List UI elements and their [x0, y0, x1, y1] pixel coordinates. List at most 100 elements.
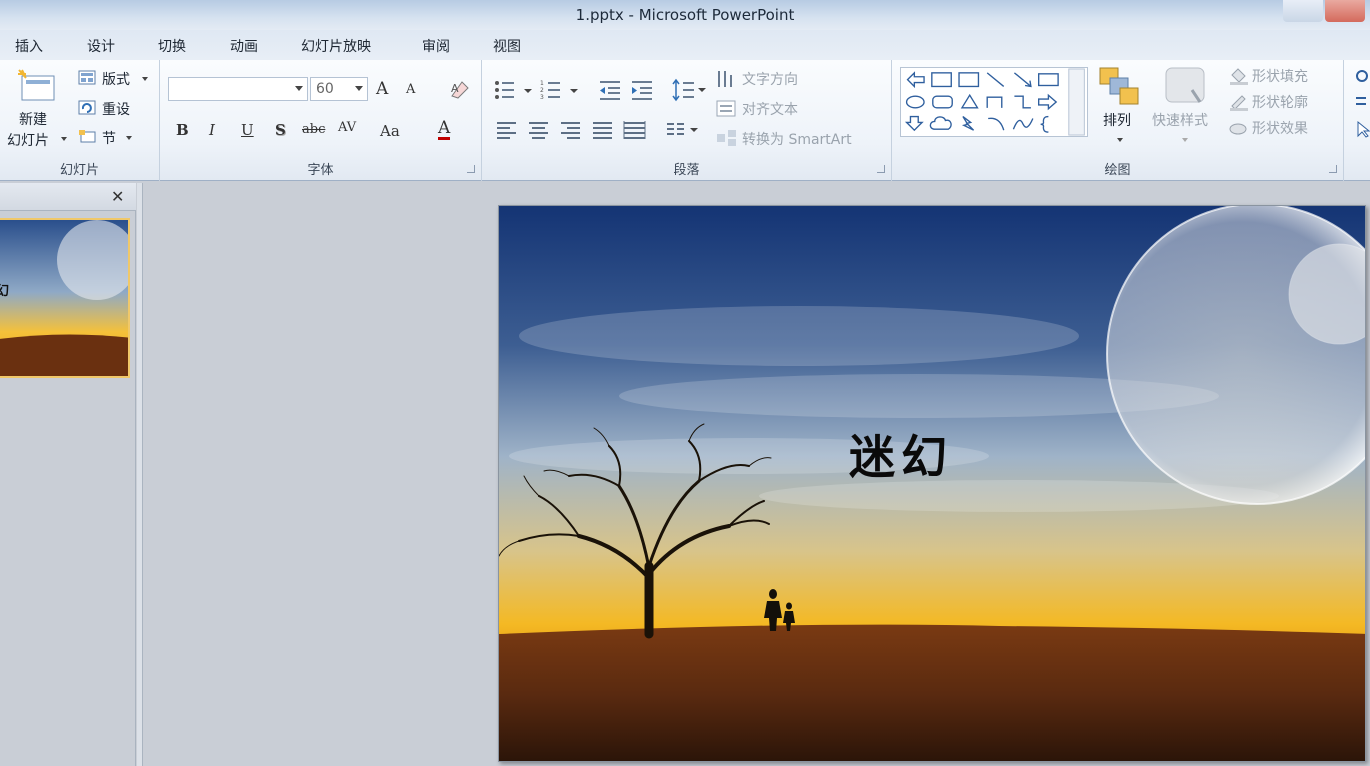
shape-fill-button[interactable]: 形状填充	[1226, 65, 1338, 87]
char-spacing-button[interactable]: AV	[338, 120, 356, 135]
left-arrow-shape-icon	[906, 71, 925, 89]
slides-pane: ✕ 幻	[0, 183, 136, 766]
section-icon	[79, 130, 96, 143]
arrange-label: 排列	[1103, 113, 1131, 129]
bold-button[interactable]: B	[176, 121, 189, 139]
window-title: 1.pptx - Microsoft PowerPoint	[575, 6, 795, 24]
strikethrough-button[interactable]: abc	[302, 122, 325, 137]
new-slide-label-1: 新建	[19, 112, 47, 128]
align-text-button[interactable]: 对齐文本	[742, 99, 798, 119]
svg-text:2: 2	[540, 87, 544, 94]
font-color-button[interactable]: A	[438, 119, 451, 140]
elbow-connector-shape-icon	[986, 96, 1003, 108]
editing-group	[1344, 60, 1370, 181]
tab-review[interactable]: 审阅	[422, 36, 450, 56]
shape-outline-label: 形状轮廓	[1252, 95, 1308, 111]
quick-styles-label: 快速样式	[1152, 113, 1208, 129]
paragraph-group: 123 文字方向 对齐文本 转换为 SmartArt 段落	[482, 60, 892, 181]
italic-button[interactable]: I	[209, 121, 215, 139]
tab-transitions[interactable]: 切换	[158, 36, 186, 56]
shape-outline-button[interactable]: 形状轮廓	[1226, 91, 1338, 113]
underline-button[interactable]: U	[241, 121, 254, 139]
chevron-down-icon	[142, 77, 148, 81]
section-button[interactable]: 节	[76, 127, 154, 149]
bullets-icon[interactable]	[494, 79, 538, 101]
shadow-button[interactable]: S	[275, 121, 286, 139]
arrow-line-shape-icon	[1013, 72, 1032, 88]
font-size-combo[interactable]: 60	[310, 77, 368, 101]
arrange-button[interactable]: 排列	[1096, 66, 1144, 152]
thumbnail-text: 幻	[0, 283, 9, 299]
replace-icon[interactable]	[1354, 94, 1370, 112]
increase-indent-icon[interactable]	[630, 79, 656, 101]
textbox-shape-icon	[931, 72, 952, 88]
find-icon[interactable]	[1354, 68, 1370, 86]
tab-animations[interactable]: 动画	[230, 36, 258, 56]
align-center-icon[interactable]	[528, 121, 550, 139]
pen-outline-icon	[1230, 95, 1248, 111]
select-icon[interactable]	[1354, 120, 1370, 138]
shape-effects-label: 形状效果	[1252, 121, 1308, 137]
slide-title[interactable]: 迷幻	[849, 421, 953, 487]
chevron-down-icon	[126, 136, 132, 140]
tab-view[interactable]: 视图	[493, 36, 521, 56]
columns-icon[interactable]	[666, 121, 700, 139]
elbow-arrow-connector-shape-icon	[1014, 95, 1031, 109]
brace-shape-icon	[1040, 115, 1049, 133]
quick-styles-button[interactable]: 快速样式	[1150, 66, 1222, 152]
convert-smartart-button[interactable]: 转换为 SmartArt	[742, 129, 852, 149]
line-shape-icon	[986, 72, 1005, 87]
cloud-shape-icon	[929, 116, 952, 130]
arrange-icon	[1099, 67, 1139, 105]
drawing-group: 排列 快速样式 形状填充 形状轮廓 形状效果 绘图	[892, 60, 1344, 181]
font-size-value: 60	[316, 81, 334, 97]
drawing-group-label: 绘图	[1104, 163, 1131, 178]
shape-effects-icon	[1229, 123, 1247, 135]
smartart-icon	[717, 130, 736, 146]
tab-slideshow[interactable]: 幻灯片放映	[301, 36, 371, 56]
reset-label: 重设	[102, 102, 130, 118]
svg-text:3: 3	[540, 94, 544, 101]
vertical-textbox-shape-icon	[958, 72, 980, 88]
slide-thumbnail-1[interactable]: 幻	[0, 218, 130, 378]
layout-button[interactable]: 版式	[76, 68, 154, 90]
line-spacing-icon[interactable]	[672, 78, 706, 102]
slide-1[interactable]: 迷幻	[498, 205, 1366, 762]
numbering-icon[interactable]: 123	[540, 79, 584, 101]
change-case-button[interactable]: Aa	[380, 122, 400, 140]
font-group: 60 A A A B I U S abc AV Aa A 字体	[160, 60, 482, 181]
font-group-label: 字体	[307, 163, 334, 178]
grow-font-button[interactable]: A	[376, 79, 388, 99]
new-slide-button[interactable]: 新建 幻灯片	[4, 66, 70, 154]
paragraph-group-label: 段落	[673, 163, 700, 178]
curve-shape-icon	[1012, 118, 1034, 130]
rectangle-shape-icon	[1038, 73, 1059, 87]
reset-icon	[78, 100, 96, 115]
decrease-indent-icon[interactable]	[598, 79, 624, 101]
chevron-down-icon	[295, 86, 303, 91]
close-pane-button[interactable]: ✕	[111, 187, 124, 206]
shrink-font-button[interactable]: A	[406, 82, 415, 97]
arc-shape-icon	[988, 117, 1005, 131]
right-arrow-shape-icon	[1038, 93, 1058, 111]
close-window-button[interactable]	[1325, 0, 1365, 22]
tab-design[interactable]: 设计	[87, 36, 115, 56]
justify-icon[interactable]	[592, 121, 614, 139]
slide-thumbnail-image: 幻	[0, 220, 128, 376]
tab-insert[interactable]: 插入	[15, 36, 43, 56]
align-right-icon[interactable]	[560, 121, 582, 139]
font-name-combo[interactable]	[168, 77, 308, 101]
down-arrow-shape-icon	[904, 115, 924, 132]
quick-styles-icon	[1165, 67, 1205, 103]
layout-label: 版式	[102, 72, 130, 88]
maximize-window-button[interactable]	[1283, 0, 1323, 22]
align-left-icon[interactable]	[496, 121, 518, 139]
text-direction-button[interactable]: 文字方向	[742, 69, 798, 89]
new-slide-icon	[18, 69, 55, 101]
distribute-icon[interactable]	[623, 121, 647, 139]
clear-format-icon[interactable]: A	[448, 78, 472, 100]
reset-button[interactable]: 重设	[76, 98, 154, 120]
slides-group: 新建 幻灯片 版式 重设 节 幻灯片	[0, 60, 160, 181]
shapes-gallery[interactable]	[900, 67, 1088, 137]
shape-effects-button[interactable]: 形状效果	[1226, 117, 1338, 139]
